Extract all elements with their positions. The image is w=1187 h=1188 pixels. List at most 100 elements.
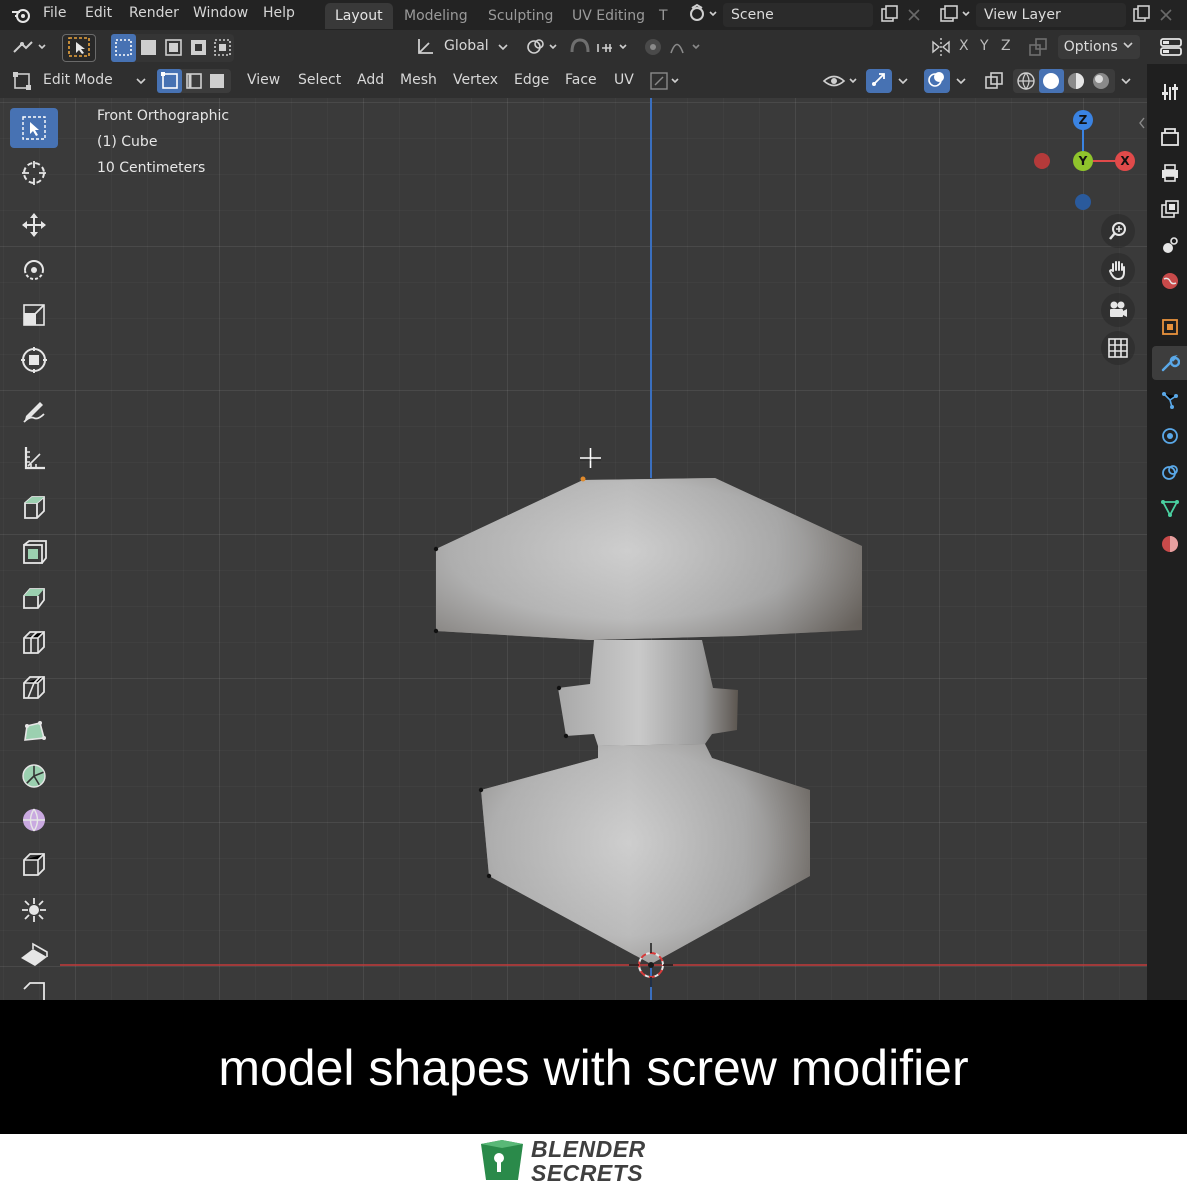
pan-button[interactable] xyxy=(1101,253,1135,287)
chevron-down-icon[interactable] xyxy=(134,74,148,92)
object-properties-tab[interactable] xyxy=(1158,315,1182,339)
view-layer-field[interactable]: View Layer xyxy=(976,3,1126,27)
inset-tool[interactable] xyxy=(10,578,58,618)
material-properties-tab[interactable] xyxy=(1158,532,1182,556)
mode-selector[interactable]: Edit Mode xyxy=(43,72,113,88)
camera-view-button[interactable] xyxy=(1101,293,1135,327)
menu-mesh[interactable]: Mesh xyxy=(400,72,437,88)
smooth-tool[interactable] xyxy=(10,800,58,840)
pivot-point-icon[interactable] xyxy=(524,36,564,62)
editor-type-icon[interactable] xyxy=(10,36,48,62)
menu-add[interactable]: Add xyxy=(357,72,384,88)
world-properties-tab[interactable] xyxy=(1158,269,1182,293)
poly-build-tool[interactable] xyxy=(10,712,58,752)
mirror-y-toggle[interactable]: Y xyxy=(980,38,989,54)
add-cube-tool[interactable] xyxy=(10,488,58,528)
tab-layout[interactable]: Layout xyxy=(325,3,393,29)
particles-icon xyxy=(1162,392,1178,409)
shear-tool[interactable] xyxy=(10,935,58,975)
view-layer-properties-tab[interactable] xyxy=(1158,197,1182,221)
data-properties-tab[interactable] xyxy=(1158,496,1182,520)
active-tool-select-button[interactable] xyxy=(62,34,96,62)
tab-truncated[interactable]: T xyxy=(655,3,672,29)
xray-toggle-icon[interactable] xyxy=(983,70,1005,96)
menu-window[interactable]: Window xyxy=(193,5,248,21)
scene-field[interactable]: Scene xyxy=(723,3,873,27)
new-scene-icon[interactable] xyxy=(879,4,899,28)
edge-slide-icon xyxy=(23,853,45,876)
tool-properties-tab[interactable] xyxy=(1158,80,1182,104)
mirror-x-toggle[interactable]: X xyxy=(959,38,969,54)
chevron-down-icon[interactable] xyxy=(1119,74,1133,92)
scene-properties-tab[interactable] xyxy=(1158,233,1182,257)
properties-editor-header xyxy=(1147,30,1187,64)
options-dropdown[interactable]: Options xyxy=(1058,35,1140,59)
close-view-layer-icon[interactable] xyxy=(1158,4,1174,28)
render-properties-tab[interactable] xyxy=(1158,125,1182,149)
select-box-icon xyxy=(22,116,46,140)
gizmo-y-axis[interactable]: Y xyxy=(1073,151,1093,171)
object-icon xyxy=(1162,319,1178,335)
proportional-editing-icon[interactable] xyxy=(641,36,711,62)
rip-tool[interactable] xyxy=(10,978,58,1000)
constraints-properties-tab[interactable] xyxy=(1158,460,1182,484)
physics-properties-tab[interactable] xyxy=(1158,424,1182,448)
modifier-properties-tab[interactable] xyxy=(1152,346,1187,380)
move-tool[interactable] xyxy=(10,205,58,245)
menu-file[interactable]: File xyxy=(43,5,66,21)
knife-tool[interactable] xyxy=(10,668,58,708)
scene-selector-icon[interactable] xyxy=(686,3,720,29)
select-box-tool[interactable] xyxy=(10,108,58,148)
menu-edge[interactable]: Edge xyxy=(514,72,549,88)
tab-modeling[interactable]: Modeling xyxy=(394,3,478,29)
measure-tool[interactable] xyxy=(10,438,58,478)
sidebar-toggle-icon[interactable] xyxy=(1138,116,1146,134)
gizmo-toggle-button[interactable] xyxy=(866,69,892,93)
close-scene-icon[interactable] xyxy=(906,4,922,28)
menu-render[interactable]: Render xyxy=(129,5,179,21)
scale-tool[interactable] xyxy=(10,295,58,335)
menu-uv[interactable]: UV xyxy=(614,72,634,88)
tab-sculpting[interactable]: Sculpting xyxy=(478,3,563,29)
mirror-z-toggle[interactable]: Z xyxy=(1001,38,1011,54)
3d-cursor-icon xyxy=(22,161,46,185)
gizmo-x-axis[interactable]: X xyxy=(1115,151,1135,171)
transform-tool[interactable] xyxy=(10,340,58,380)
chevron-down-icon[interactable] xyxy=(496,40,510,58)
transform-orientation-value[interactable]: Global xyxy=(444,38,489,54)
menu-edit[interactable]: Edit xyxy=(85,5,112,21)
menu-help[interactable]: Help xyxy=(263,5,295,21)
spin-tool[interactable] xyxy=(10,756,58,796)
cursor-tool[interactable] xyxy=(10,153,58,193)
annotate-tool[interactable] xyxy=(10,392,58,432)
tab-uv-editing[interactable]: UV Editing xyxy=(562,3,655,29)
overlays-icon xyxy=(928,72,944,87)
chevron-down-icon[interactable] xyxy=(896,74,910,92)
properties-editor-icon[interactable] xyxy=(1159,37,1183,61)
particles-properties-tab[interactable] xyxy=(1158,388,1182,412)
blender-logo-icon[interactable] xyxy=(10,4,32,30)
menu-view[interactable]: View xyxy=(247,72,280,88)
edge-slide-tool[interactable] xyxy=(10,845,58,885)
new-view-layer-icon[interactable] xyxy=(1131,4,1151,28)
snap-icon[interactable] xyxy=(568,36,634,62)
zoom-button[interactable] xyxy=(1101,214,1135,248)
view-layer-selector-icon[interactable] xyxy=(938,3,974,29)
output-properties-tab[interactable] xyxy=(1158,161,1182,185)
gizmo-z-axis[interactable]: Z xyxy=(1073,110,1093,130)
extrude-tool[interactable] xyxy=(10,533,58,573)
move-icon xyxy=(22,213,46,237)
overlays-toggle-button[interactable] xyxy=(924,69,950,93)
menu-vertex[interactable]: Vertex xyxy=(453,72,498,88)
menu-select[interactable]: Select xyxy=(298,72,341,88)
menu-face[interactable]: Face xyxy=(565,72,597,88)
shrink-fatten-tool[interactable] xyxy=(10,890,58,930)
chevron-down-icon[interactable] xyxy=(954,74,968,92)
3d-viewport[interactable]: Z Y X Front Orthographic (1) Cube 10 Cen… xyxy=(0,98,1147,1000)
texture-space-icon[interactable] xyxy=(648,70,686,96)
rotate-tool[interactable] xyxy=(10,250,58,290)
visibility-eye-icon[interactable] xyxy=(822,70,860,96)
ortho-toggle-button[interactable] xyxy=(1101,331,1135,365)
auto-merge-icon[interactable] xyxy=(1027,36,1049,62)
bevel-tool[interactable] xyxy=(10,623,58,663)
